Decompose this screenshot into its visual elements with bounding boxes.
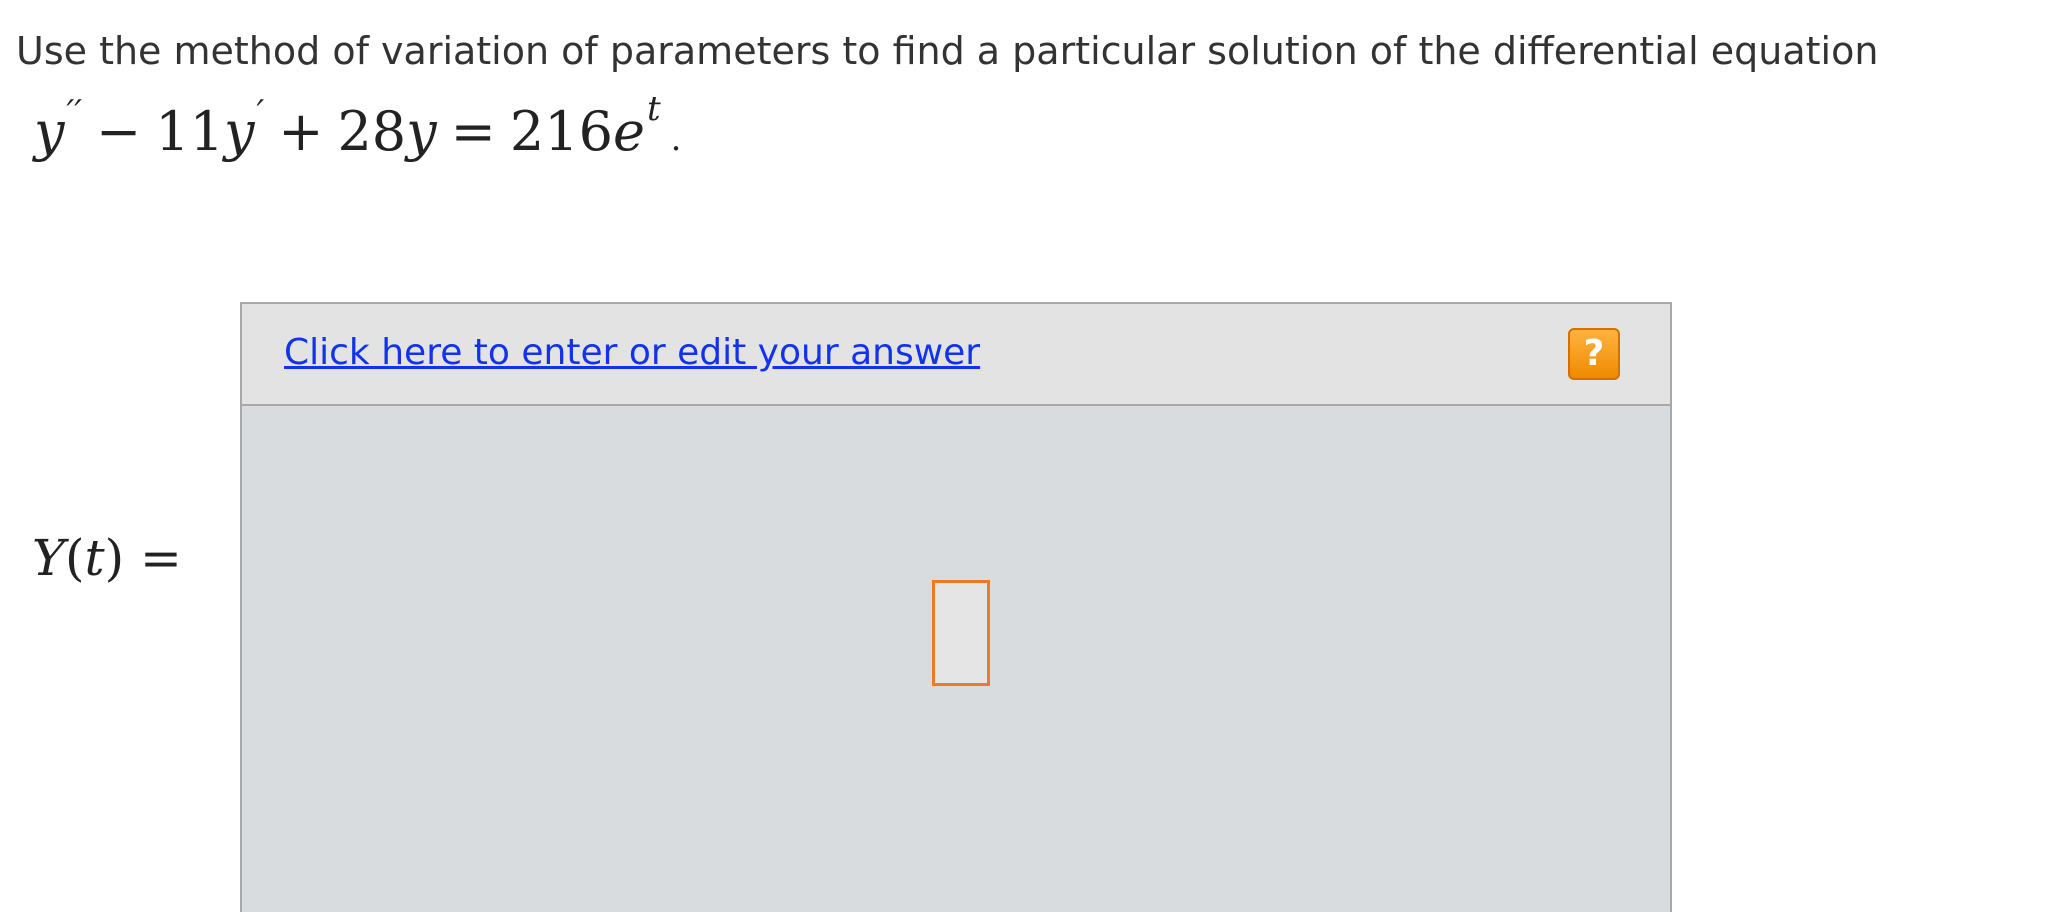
equation-plus: + xyxy=(278,100,324,163)
equation-equals: = xyxy=(450,100,496,163)
question-prompt: Use the method of variation of parameter… xyxy=(16,29,1879,73)
equation-coef-2: 28 xyxy=(337,100,407,163)
answer-label: Y(t) = xyxy=(32,528,182,588)
differential-equation: y′′ −11y′ +28y = 216et. xyxy=(34,89,682,172)
answer-label-function: Y xyxy=(32,529,66,587)
answer-box: Click here to enter or edit your answer … xyxy=(240,302,1672,912)
help-question-icon[interactable]: ? xyxy=(1568,328,1620,380)
equation-rhs-base: e xyxy=(613,100,645,163)
answer-label-equals: = xyxy=(124,529,182,587)
equation-coef-1: 11 xyxy=(155,100,224,163)
answer-label-open-paren: ( xyxy=(65,529,85,587)
equation-single-prime: ′ xyxy=(256,93,265,133)
equation-minus: − xyxy=(95,100,142,163)
equation-y-term-2: y xyxy=(223,100,255,163)
enter-answer-link[interactable]: Click here to enter or edit your answer xyxy=(284,328,980,378)
equation-y-term-3: y xyxy=(406,100,437,163)
answer-box-header: Click here to enter or edit your answer … xyxy=(242,304,1670,406)
equation-rhs-exponent: t xyxy=(646,89,661,129)
equation-y-term-1: y xyxy=(34,100,65,163)
equation-double-prime: ′′ xyxy=(66,93,82,133)
equation-period: . xyxy=(670,119,682,159)
equation-rhs-coef: 216 xyxy=(509,100,613,163)
answer-box-body[interactable] xyxy=(242,406,1670,912)
answer-input-slot[interactable] xyxy=(932,580,990,686)
answer-label-close-paren: ) xyxy=(104,529,125,587)
answer-label-variable: t xyxy=(84,529,105,587)
